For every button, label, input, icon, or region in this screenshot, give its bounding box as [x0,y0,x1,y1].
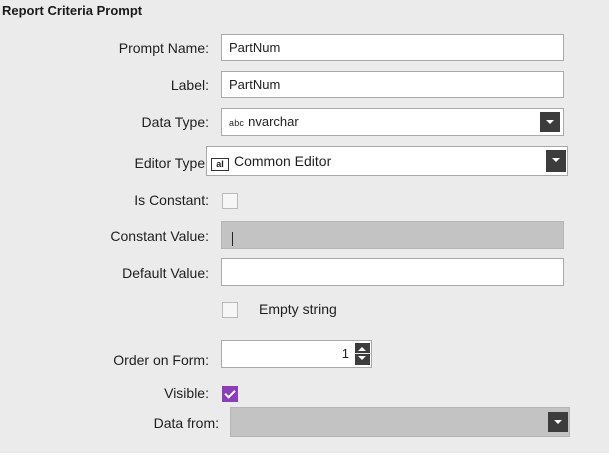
spin-divider [355,353,370,354]
order-on-form-input[interactable]: 1 [221,340,372,368]
default-value-label: Default Value: [122,265,209,281]
spin-down-icon[interactable] [358,356,366,360]
report-criteria-prompt-panel: Report Criteria Prompt Prompt Name: Part… [0,0,609,453]
spin-up-icon[interactable] [358,347,366,351]
data-from-dropdown-button[interactable] [548,412,568,432]
editor-type-value: Common Editor [234,153,332,169]
data-type-dropdown-button[interactable] [540,112,560,132]
data-type-select[interactable]: abc nvarchar [221,108,564,136]
empty-string-checkbox[interactable] [222,302,238,318]
is-constant-label: Is Constant: [134,192,209,208]
prompt-name-input[interactable]: PartNum [221,34,564,61]
panel-title: Report Criteria Prompt [2,3,143,18]
visible-checkbox[interactable] [222,386,238,402]
order-spinner[interactable] [355,343,370,365]
data-from-label: Data from: [153,415,219,431]
editor-type-dropdown-button[interactable] [546,150,566,172]
constant-value-input[interactable] [221,221,564,249]
data-from-select[interactable] [230,407,570,437]
editor-type-label: Editor Type: [134,155,209,171]
data-type-label: Data Type: [141,114,209,130]
text-caret [232,232,233,246]
editor-icon: aI [211,158,229,171]
prompt-name-label: Prompt Name: [118,40,209,56]
data-type-value: nvarchar [248,114,299,129]
constant-value-label: Constant Value: [110,228,209,244]
label-label: Label: [170,77,209,93]
default-value-input[interactable] [221,258,564,286]
order-on-form-label: Order on Form: [113,352,209,368]
visible-label: Visible: [164,385,209,401]
label-input[interactable]: PartNum [221,71,564,98]
empty-string-label: Empty string [259,301,337,317]
editor-type-select[interactable]: aI Common Editor [206,146,568,176]
text-type-icon: abc [229,118,245,128]
is-constant-checkbox[interactable] [222,193,238,209]
